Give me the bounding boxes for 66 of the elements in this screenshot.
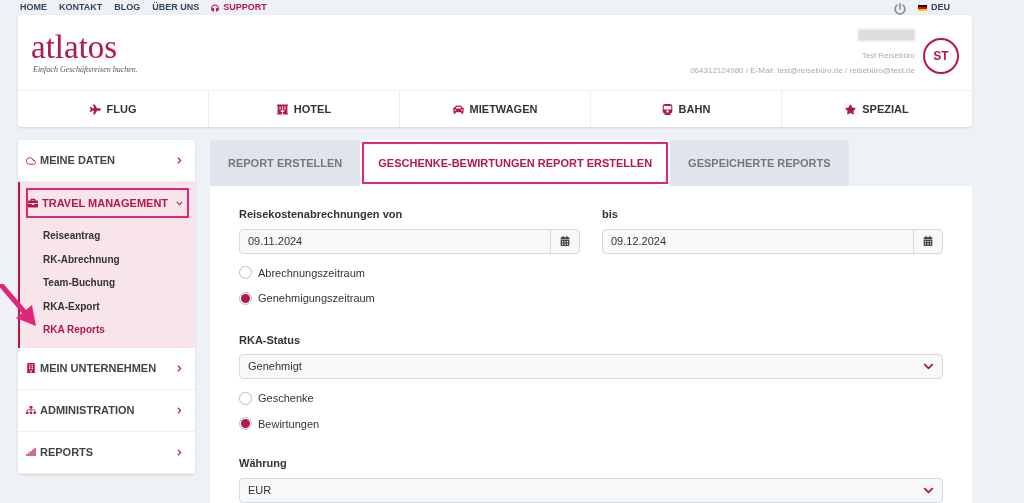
caret-icon [923,361,934,372]
date-field[interactable]: 09.11.2024 [239,228,580,254]
radio-label: Bewirtungen [258,416,320,432]
radio-button[interactable] [239,391,252,405]
blurred-name-placeholder [858,28,915,41]
dropdown-field[interactable]: EUR [239,477,943,503]
contact-info: 064312124980 / E-Mail: test@reisebüro.de / reisebüro@test.de [690,64,915,77]
chevron-right-icon [176,364,183,372]
sidebar-subitem[interactable]: RKA-Export [43,294,100,318]
chevron-right-icon [176,406,183,414]
sidebar-subitem[interactable]: RKA Reports [43,318,105,342]
cloud-icon [26,155,36,166]
chevron-right-icon [176,448,183,456]
train-icon [661,103,673,115]
sidebar-item[interactable]: MEINE DATEN [18,140,195,181]
dropdown-field[interactable]: Genehmigt [239,354,943,379]
sidebar-item[interactable]: ADMINISTRATION [18,389,195,431]
building-icon [276,103,288,115]
nav-tab[interactable]: HOTEL [208,91,399,127]
company-name: Test Reisebüro [861,49,915,62]
chevron-down-icon [176,199,183,207]
nav-tab[interactable]: MIETWAGEN [399,91,590,127]
field-label: RKA-Status [239,332,302,348]
logo-text: atlatos [31,29,119,64]
field-label: Reisekostenabrechnungen von [239,207,404,222]
tab[interactable]: GESPEICHERTE REPORTS [670,140,849,186]
radio-button[interactable] [239,291,252,305]
radio-label: Geschenke [258,391,314,406]
top-nav-link[interactable]: KONTAKT [59,1,103,15]
nav-tab[interactable]: SPEZIAL [781,91,972,127]
calendar-icon[interactable] [923,236,933,246]
star-icon [845,103,857,115]
logo-slogan: Einfach Geschäftsreisen buchen. [33,63,138,76]
field-label: bis [602,207,619,222]
field-label: Währung [239,456,288,471]
sidebar-item[interactable]: TRAVEL MANAGEMENT [20,182,195,224]
user-avatar[interactable]: ST [923,37,959,74]
calendar-icon[interactable] [560,236,570,246]
germany-flag-icon [918,5,927,11]
building-icon [26,363,36,373]
radio-button[interactable] [239,417,252,431]
sidebar-subitem[interactable]: Team-Buchung [43,271,116,295]
sitemap-icon [26,405,36,415]
bar-chart-icon [26,447,36,457]
top-nav-link[interactable]: HOME [20,1,47,15]
language-selector[interactable]: DEU [918,1,950,15]
sidebar-subitem[interactable]: RK-Abrechnung [43,247,120,271]
radio-button[interactable] [239,266,252,280]
briefcase-icon [28,198,38,208]
nav-tab[interactable]: BAHN [590,91,781,127]
chevron-right-icon [176,157,183,164]
nav-tab[interactable]: FLUG [18,91,208,127]
headset-icon [211,3,220,12]
sidebar-item[interactable]: REPORTS [18,431,195,473]
car-icon [452,103,464,115]
radio-label: Abrechnungszeitraum [258,265,365,281]
top-nav-link[interactable]: ÜBER UNS [152,1,200,15]
date-field[interactable]: 09.12.2024 [602,228,943,254]
support-link[interactable]: SUPPORT [211,1,267,15]
plane-icon [89,103,101,115]
tab[interactable]: GESCHENKE-BEWIRTUNGEN REPORT ERSTELLEN [360,140,671,186]
radio-label: Genehmigungszeitraum [258,291,375,306]
tab[interactable]: REPORT ERSTELLEN [210,140,361,186]
top-nav-link[interactable]: BLOG [114,1,141,15]
sidebar-subitem[interactable]: Reiseantrag [43,224,101,248]
sidebar-item[interactable]: MEIN UNTERNEHMEN [18,347,195,389]
